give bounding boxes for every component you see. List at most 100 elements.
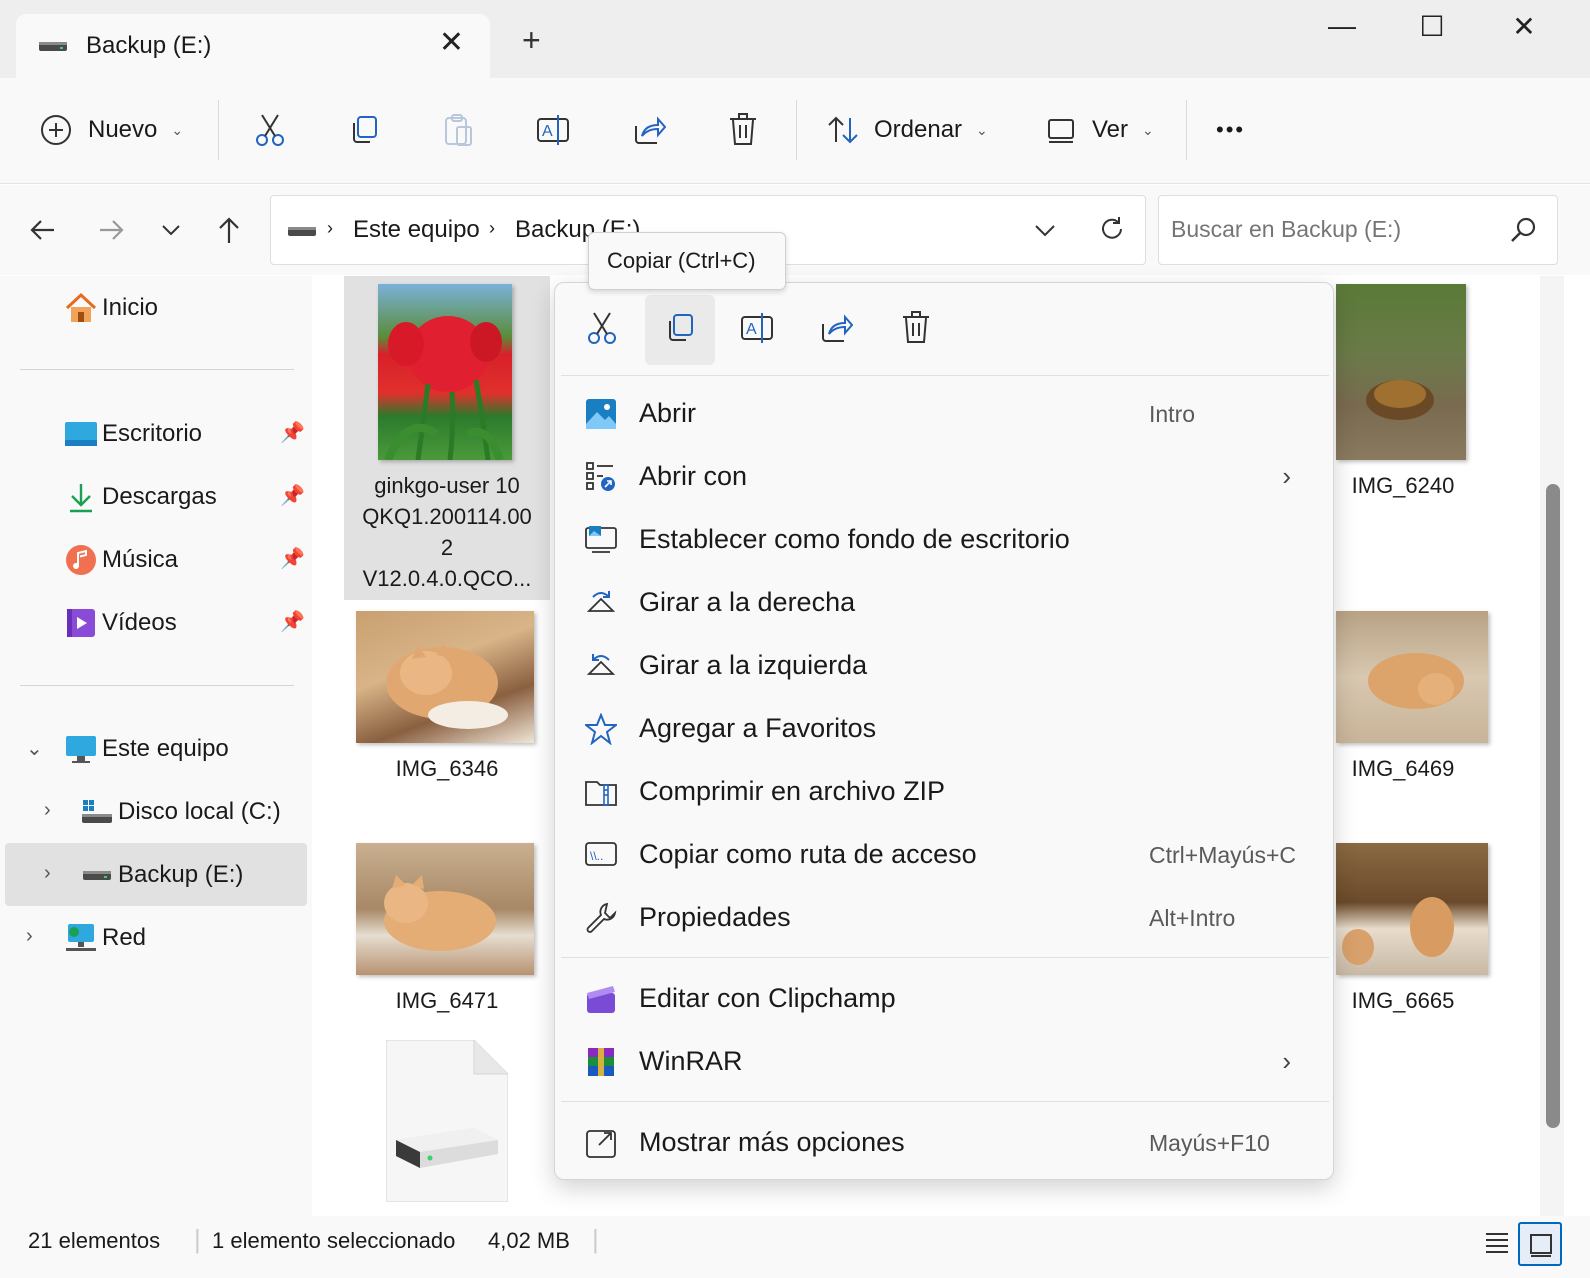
- menu-item-properties[interactable]: Propiedades Alt+Intro: [561, 888, 1329, 948]
- expand-chevron-right-icon[interactable]: ›: [44, 799, 51, 822]
- tab-backup[interactable]: Backup (E:) ✕: [16, 14, 490, 78]
- sidebar-item-label: Vídeos: [102, 609, 177, 636]
- context-copy-button[interactable]: [645, 295, 715, 365]
- copy-icon: [664, 312, 696, 349]
- maximize-button[interactable]: ☐: [1402, 10, 1462, 50]
- selection-size: 4,02 MB: [488, 1228, 570, 1253]
- navigation-bar: › Este equipo › Backup (E:): [0, 185, 1590, 275]
- menu-item-compress-zip[interactable]: Comprimir en archivo ZIP: [561, 762, 1329, 822]
- menu-item-show-more[interactable]: Mostrar más opciones Mayús+F10: [561, 1113, 1329, 1173]
- sidebar-item-backup[interactable]: Backup (E:): [80, 849, 243, 901]
- file-name: IMG_6471: [395, 988, 499, 1013]
- delete-button[interactable]: [728, 108, 758, 152]
- expand-chevron-right-icon[interactable]: ›: [44, 862, 51, 885]
- divider: [1186, 100, 1187, 160]
- menu-item-open[interactable]: Abrir Intro: [561, 384, 1329, 444]
- back-button[interactable]: [28, 215, 58, 250]
- winrar-icon: [583, 1044, 619, 1080]
- search-input[interactable]: [1171, 216, 1491, 243]
- more-options-button[interactable]: •••: [1216, 108, 1245, 152]
- drive-icon: [287, 224, 317, 243]
- share-icon: [819, 312, 854, 349]
- menu-item-winrar[interactable]: WinRAR ›: [561, 1032, 1329, 1092]
- menu-item-rotate-left[interactable]: Girar a la izquierda: [561, 636, 1329, 696]
- menu-item-add-favorites[interactable]: Agregar a Favoritos: [561, 699, 1329, 759]
- context-delete-button[interactable]: [881, 295, 951, 365]
- sidebar-item-desktop[interactable]: Escritorio: [64, 408, 202, 460]
- cut-button[interactable]: [254, 108, 286, 152]
- show-more-icon: [583, 1125, 619, 1161]
- address-dropdown-icon[interactable]: [1031, 216, 1059, 249]
- sidebar-item-home[interactable]: Inicio: [64, 282, 158, 334]
- menu-item-set-wallpaper[interactable]: Establecer como fondo de escritorio: [561, 510, 1329, 570]
- pin-icon[interactable]: 📌: [280, 483, 305, 508]
- chevron-right-icon: ›: [327, 218, 333, 238]
- thumbnail-cat-playing: [1336, 611, 1488, 743]
- context-cut-button[interactable]: [567, 295, 637, 365]
- menu-item-clipchamp[interactable]: Editar con Clipchamp: [561, 969, 1329, 1029]
- new-button[interactable]: Nuevo ⌄: [40, 108, 183, 152]
- divider: [20, 369, 294, 370]
- refresh-icon[interactable]: [1097, 214, 1127, 249]
- chevron-right-icon: ›: [1282, 1046, 1291, 1076]
- expand-chevron-right-icon[interactable]: ›: [26, 925, 33, 948]
- windows-drive-icon: [80, 795, 114, 829]
- sidebar-item-label: Descargas: [102, 483, 217, 510]
- tooltip: Copiar (Ctrl+C): [588, 232, 786, 290]
- expand-chevron-down-icon[interactable]: ⌄: [26, 736, 43, 761]
- file-drive-image[interactable]: [385, 1039, 509, 1203]
- paste-button[interactable]: [442, 108, 474, 152]
- forward-button[interactable]: [96, 215, 126, 250]
- sidebar-item-videos[interactable]: Vídeos: [64, 597, 177, 649]
- sidebar-item-downloads[interactable]: Descargas: [64, 471, 217, 523]
- menu-item-copy-path[interactable]: \\.. Copiar como ruta de acceso Ctrl+May…: [561, 825, 1329, 885]
- chevron-right-icon: ›: [1282, 461, 1291, 491]
- minimize-button[interactable]: —: [1312, 10, 1372, 50]
- divider: [796, 100, 797, 160]
- sidebar-item-music[interactable]: Música: [64, 534, 178, 586]
- music-icon: [64, 543, 98, 577]
- sidebar-item-label: Inicio: [102, 294, 159, 321]
- divider: |: [592, 1224, 599, 1254]
- navigation-pane: Inicio Escritorio 📌 Descargas 📌 Música 📌…: [0, 276, 312, 1216]
- pin-icon[interactable]: 📌: [280, 546, 305, 571]
- copy-icon: [348, 114, 380, 146]
- close-icon[interactable]: ✕: [439, 28, 464, 58]
- download-icon: [64, 480, 98, 514]
- search-box[interactable]: [1158, 195, 1558, 265]
- pin-icon[interactable]: 📌: [280, 609, 305, 634]
- rename-icon: A: [740, 311, 776, 350]
- trash-icon: [728, 113, 758, 147]
- share-button[interactable]: [632, 108, 666, 152]
- rename-button[interactable]: A: [536, 108, 572, 152]
- recent-locations-button[interactable]: [158, 215, 184, 250]
- up-button[interactable]: [214, 215, 244, 250]
- close-window-button[interactable]: ✕: [1494, 10, 1554, 50]
- plus-icon[interactable]: +: [522, 24, 541, 56]
- thumbnail-cats-door: [1336, 843, 1488, 975]
- new-label: Nuevo: [88, 116, 158, 143]
- menu-item-rotate-right[interactable]: Girar a la derecha: [561, 573, 1329, 633]
- context-share-button[interactable]: [801, 295, 871, 365]
- breadcrumb-this-pc[interactable]: Este equipo: [353, 216, 480, 244]
- sidebar-item-this-pc[interactable]: Este equipo: [64, 723, 229, 775]
- sort-button[interactable]: Ordenar ⌄: [826, 108, 988, 152]
- sort-icon: [826, 114, 860, 146]
- details-view-icon[interactable]: [1484, 1230, 1510, 1260]
- menu-item-open-with[interactable]: Abrir con ›: [561, 447, 1329, 507]
- scissors-icon: [254, 113, 286, 147]
- sidebar-item-label: Escritorio: [102, 420, 203, 447]
- network-icon: [64, 921, 98, 955]
- thumbnail-cat-sleeping: [356, 611, 534, 743]
- share-icon: [632, 114, 666, 146]
- thumbnail-cat-lying: [356, 843, 534, 975]
- view-button[interactable]: Ver ⌄: [1046, 108, 1154, 152]
- copy-button[interactable]: [348, 108, 380, 152]
- pin-icon[interactable]: 📌: [280, 420, 305, 445]
- sidebar-item-network[interactable]: Red: [64, 912, 146, 964]
- scrollbar-thumb[interactable]: [1546, 484, 1560, 1128]
- large-icons-view-button[interactable]: [1518, 1222, 1562, 1266]
- plus-circle-icon: [40, 114, 72, 146]
- sidebar-item-local-disk[interactable]: Disco local (C:): [80, 786, 281, 838]
- context-rename-button[interactable]: A: [723, 295, 793, 365]
